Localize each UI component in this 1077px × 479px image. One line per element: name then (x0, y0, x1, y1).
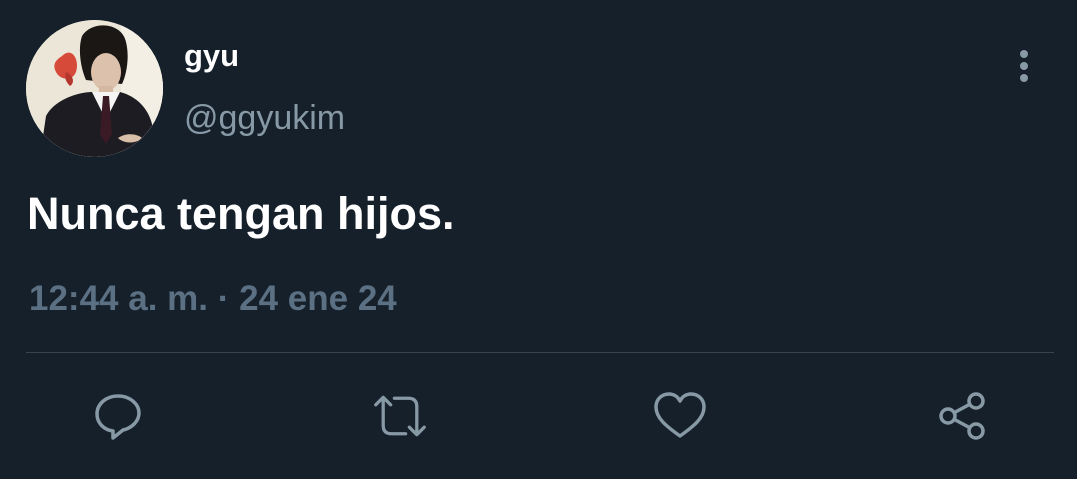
retweet-button[interactable] (372, 388, 428, 444)
tweet-meta: 12:44 a. m. · 24 ene 24 (29, 278, 397, 320)
like-icon (654, 392, 706, 438)
more-button[interactable] (1004, 46, 1044, 86)
avatar-image (26, 20, 163, 157)
divider (26, 352, 1054, 353)
share-button[interactable] (934, 388, 990, 444)
user-handle[interactable]: @ggyukim (184, 98, 345, 138)
display-name[interactable]: gyu (184, 38, 239, 74)
tweet-time[interactable]: 12:44 a. m. (29, 279, 208, 318)
meta-separator: · (217, 279, 230, 318)
tweet-card: gyu @ggyukim Nunca tengan hijos. 12:44 a… (0, 0, 1077, 479)
avatar[interactable] (26, 20, 163, 157)
tweet-date[interactable]: 24 ene 24 (239, 279, 397, 318)
retweet-icon (374, 395, 426, 437)
share-icon (939, 392, 985, 440)
like-button[interactable] (652, 388, 708, 444)
tweet-text: Nunca tengan hijos. (27, 188, 455, 239)
more-vertical-icon (1020, 50, 1028, 82)
reply-icon (95, 394, 141, 440)
reply-button[interactable] (90, 388, 146, 444)
